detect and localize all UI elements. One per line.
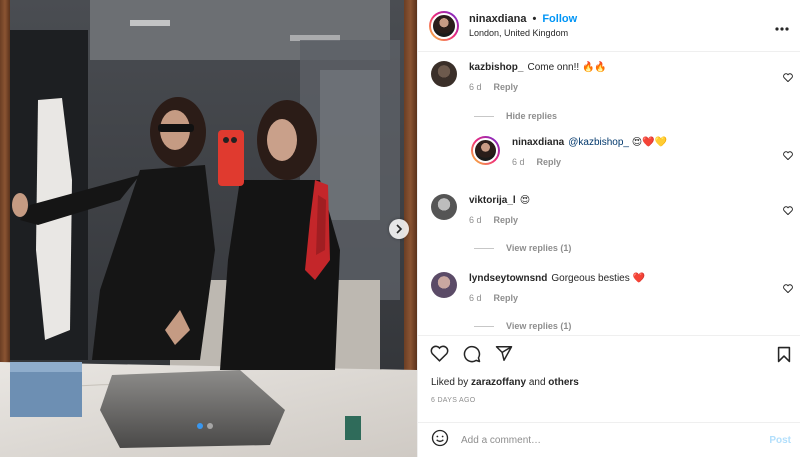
bookmark-icon [777, 346, 791, 363]
carousel-indicator [197, 423, 213, 429]
likes-summary: Liked by zarazoffany and others [431, 377, 579, 388]
view-replies-toggle[interactable]: View replies (1) [474, 243, 571, 253]
comment-like-button[interactable] [783, 280, 793, 298]
comment-text: Gorgeous besties ❤️ [551, 273, 645, 284]
hide-replies-toggle[interactable]: Hide replies [474, 111, 557, 121]
reply-button[interactable]: Reply [494, 215, 519, 225]
carousel-dot [207, 423, 213, 429]
comment-item: kazbishop_ Come onn!! 🔥🔥 6 d Reply [431, 61, 607, 92]
carousel-next-button[interactable] [389, 219, 409, 239]
save-button[interactable] [777, 346, 791, 368]
emoji-icon [431, 429, 449, 446]
share-button[interactable] [495, 345, 513, 368]
follow-button[interactable]: Follow [542, 13, 577, 25]
comment-username[interactable]: ninaxdiana [512, 137, 564, 148]
comment-button[interactable] [463, 345, 481, 368]
liked-by-user[interactable]: zarazoffany [471, 377, 526, 388]
comment-like-button[interactable] [783, 147, 793, 165]
reply-item: ninaxdiana @kazbishop_ 😍❤️💛 6 d Reply [471, 136, 667, 167]
emoji-button[interactable] [431, 429, 449, 452]
comment-age: 6 d [512, 157, 525, 167]
reply-button[interactable]: Reply [494, 82, 519, 92]
comment-like-button[interactable] [783, 202, 793, 220]
comment-username[interactable]: lyndseytownsnd [469, 273, 547, 284]
post-comment-button[interactable]: Post [769, 435, 791, 446]
author-avatar[interactable] [429, 10, 459, 41]
toggle-label: View replies (1) [506, 321, 572, 331]
photo-illustration [0, 0, 417, 457]
commenter-avatar[interactable] [431, 61, 457, 87]
chevron-right-icon [396, 224, 403, 234]
comment-age: 6 d [469, 82, 482, 92]
heart-icon [430, 345, 449, 362]
comment-text: 😍 [519, 195, 531, 206]
commenter-avatar[interactable] [431, 194, 457, 220]
post-header: ninaxdiana • Follow London, United Kingd… [418, 0, 800, 52]
reply-button[interactable]: Reply [537, 157, 562, 167]
heart-icon [783, 151, 793, 161]
comment-item: lyndseytownsnd Gorgeous besties ❤️ 6 d Rep… [431, 272, 645, 303]
post-side-panel: ninaxdiana • Follow London, United Kingd… [417, 0, 800, 457]
comment-item: viktorija_l 😍 6 d Reply [431, 194, 530, 225]
likes-prefix: Liked by [431, 377, 469, 388]
comment-age: 6 d [469, 293, 482, 303]
commenter-avatar[interactable] [431, 272, 457, 298]
toggle-label: Hide replies [506, 111, 558, 121]
more-options-button[interactable] [775, 18, 789, 36]
comment-username[interactable]: viktorija_l [469, 195, 516, 206]
add-comment-bar: Post [418, 422, 800, 457]
heart-icon [783, 284, 793, 294]
commenter-avatar[interactable] [471, 136, 500, 165]
view-replies-toggle[interactable]: View replies (1) [474, 321, 571, 331]
likes-others[interactable]: others [548, 377, 579, 388]
author-username[interactable]: ninaxdiana [469, 13, 526, 25]
comment-text: 😍❤️💛 [629, 137, 668, 148]
post-date[interactable]: 6 DAYS AGO [431, 397, 476, 404]
comment-icon [463, 345, 481, 363]
reply-button[interactable]: Reply [494, 293, 519, 303]
comment-username[interactable]: kazbishop_ [469, 62, 523, 73]
comment-input[interactable] [461, 434, 751, 446]
header-separator: • [532, 13, 537, 25]
toggle-label: View replies (1) [506, 243, 572, 253]
comments-list[interactable]: kazbishop_ Come onn!! 🔥🔥 6 d Reply Hide re… [418, 52, 800, 335]
post-location[interactable]: London, United Kingdom [469, 28, 577, 38]
comment-text: Come onn!! 🔥🔥 [527, 62, 607, 73]
more-horizontal-icon [775, 27, 789, 31]
paper-plane-icon [495, 346, 513, 361]
comment-age: 6 d [469, 215, 482, 225]
heart-icon [783, 206, 793, 216]
likes-conj: and [528, 377, 546, 388]
carousel-dot-active [197, 423, 203, 429]
post-photo[interactable] [0, 0, 417, 457]
heart-icon [783, 73, 793, 83]
comment-mention[interactable]: @kazbishop_ [568, 137, 629, 148]
like-button[interactable] [430, 345, 449, 368]
comment-like-button[interactable] [783, 69, 793, 87]
